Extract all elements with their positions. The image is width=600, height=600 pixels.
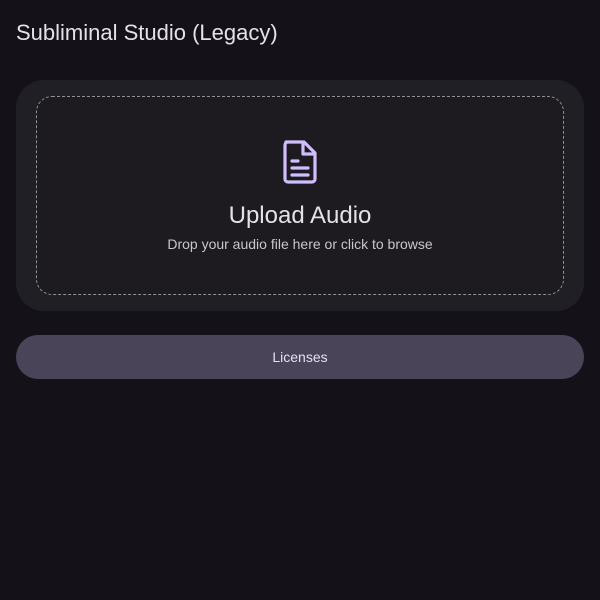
licenses-button[interactable]: Licenses	[16, 335, 584, 379]
app-root: Subliminal Studio (Legacy) Upload Audio …	[0, 0, 600, 600]
upload-dropzone[interactable]: Upload Audio Drop your audio file here o…	[36, 96, 564, 295]
file-document-icon	[283, 140, 317, 184]
upload-subtitle: Drop your audio file here or click to br…	[167, 236, 433, 252]
page-title: Subliminal Studio (Legacy)	[16, 20, 278, 45]
upload-heading: Upload Audio	[228, 202, 372, 229]
upload-card: Upload Audio Drop your audio file here o…	[16, 80, 584, 311]
